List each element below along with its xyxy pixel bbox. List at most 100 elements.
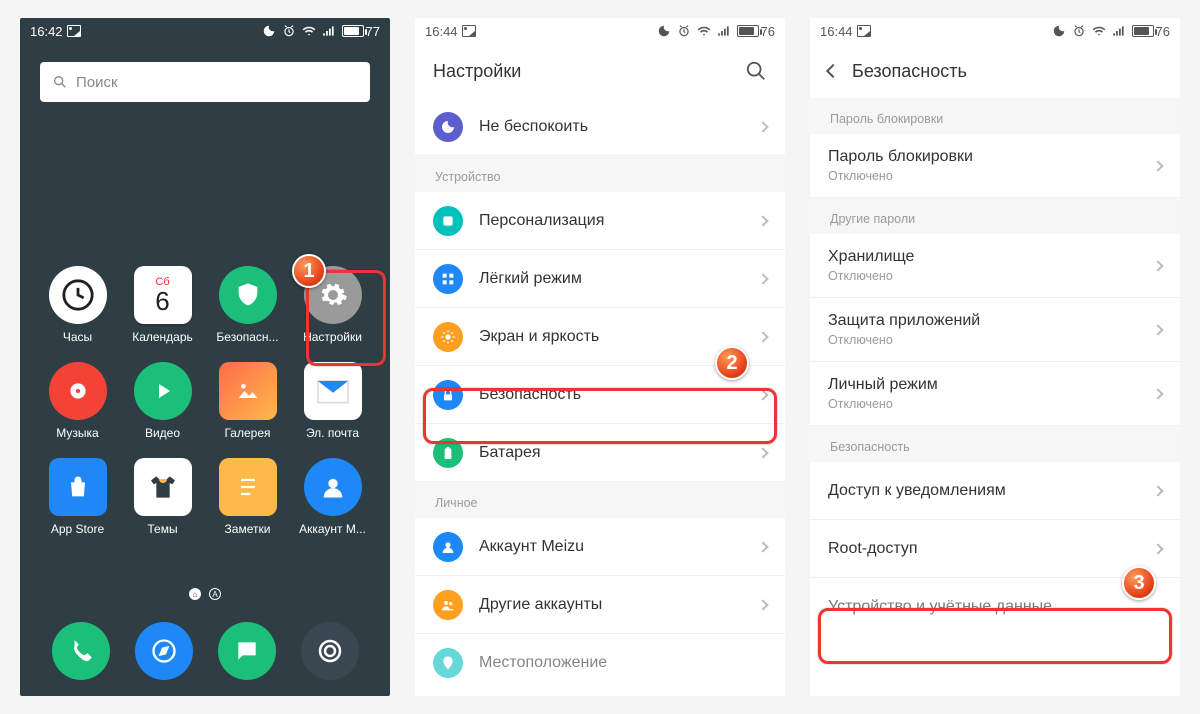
battery-indicator: 76: [737, 24, 775, 39]
alarm-icon: [282, 24, 296, 38]
people-icon: [433, 590, 463, 620]
person-icon: [304, 458, 362, 516]
chevron-right-icon: [757, 541, 768, 552]
page-title: Настройки: [433, 61, 521, 82]
camera-icon: [301, 622, 359, 680]
chevron-right-icon: [757, 331, 768, 342]
row-app-protection[interactable]: Защита приложений Отключено: [810, 298, 1180, 362]
row-root-access[interactable]: Root-доступ: [810, 520, 1180, 578]
battery-percent: 77: [366, 24, 380, 39]
row-location-cut[interactable]: Местоположение: [415, 634, 785, 692]
battery-percent: 76: [761, 24, 775, 39]
app-music[interactable]: Музыка: [38, 362, 117, 440]
personalization-icon: [433, 206, 463, 236]
row-lock-password[interactable]: Пароль блокировки Отключено: [810, 134, 1180, 198]
row-private-mode[interactable]: Личный режим Отключено: [810, 362, 1180, 426]
page-indicator[interactable]: ⌂ A: [20, 588, 390, 600]
chat-icon: [218, 622, 276, 680]
play-icon: [134, 362, 192, 420]
row-meizu-account[interactable]: Аккаунт Meizu: [415, 518, 785, 576]
person-icon: [433, 532, 463, 562]
wifi-icon: [697, 24, 711, 38]
chevron-right-icon: [1152, 160, 1163, 171]
clock-icon: [49, 266, 107, 324]
row-notification-access[interactable]: Доступ к уведомлениям: [810, 462, 1180, 520]
dnd-icon: [1052, 24, 1066, 38]
moon-icon: [433, 112, 463, 142]
app-clock[interactable]: Часы: [38, 266, 117, 344]
page-dot-2[interactable]: A: [209, 588, 221, 600]
app-security[interactable]: Безопасн...: [208, 266, 287, 344]
row-easy-mode[interactable]: Лёгкий режим: [415, 250, 785, 308]
search-icon[interactable]: [745, 60, 767, 82]
tshirt-icon: [134, 458, 192, 516]
lock-icon: [433, 380, 463, 410]
chevron-right-icon: [757, 273, 768, 284]
section-device: Устройство: [415, 156, 785, 192]
row-other-accounts[interactable]: Другие аккаунты: [415, 576, 785, 634]
bag-icon: [49, 458, 107, 516]
alarm-icon: [1072, 24, 1086, 38]
app-notes[interactable]: Заметки: [208, 458, 287, 536]
shield-icon: [219, 266, 277, 324]
dock: [20, 622, 390, 680]
row-battery[interactable]: Батарея: [415, 424, 785, 482]
chevron-right-icon: [1152, 543, 1163, 554]
dock-browser[interactable]: [125, 622, 202, 680]
signal-icon: [322, 24, 336, 38]
row-storage[interactable]: Хранилище Отключено: [810, 234, 1180, 298]
battery-icon: [433, 438, 463, 468]
section-other-passwords: Другие пароли: [810, 198, 1180, 234]
grid-icon: [433, 264, 463, 294]
phone-screen-security: 16:44 76 Безопасность Пароль блокировки …: [810, 18, 1180, 696]
wifi-icon: [1092, 24, 1106, 38]
section-personal: Личное: [415, 482, 785, 518]
app-account[interactable]: Аккаунт M...: [293, 458, 372, 536]
chevron-right-icon: [1152, 388, 1163, 399]
search-icon: [52, 74, 68, 90]
chevron-right-icon: [1152, 324, 1163, 335]
app-gallery[interactable]: Галерея: [208, 362, 287, 440]
phone-icon: [52, 622, 110, 680]
chevron-right-icon: [1152, 260, 1163, 271]
chevron-right-icon: [757, 121, 768, 132]
search-input[interactable]: Поиск: [40, 62, 370, 102]
calendar-icon: Сб 6: [134, 266, 192, 324]
statusbar: 16:42 77: [20, 18, 390, 44]
screenshot-icon: [857, 25, 871, 37]
phone-screen-home: 16:42 77 Поиск Часы Сб 6: [20, 18, 390, 696]
screenshot-icon: [462, 25, 476, 37]
app-email[interactable]: Эл. почта: [293, 362, 372, 440]
chevron-right-icon: [757, 215, 768, 226]
app-themes[interactable]: Темы: [123, 458, 202, 536]
step-badge-2: 2: [715, 346, 749, 380]
chevron-right-icon: [757, 599, 768, 610]
app-calendar[interactable]: Сб 6 Календарь: [123, 266, 202, 344]
app-appstore[interactable]: App Store: [38, 458, 117, 536]
status-time: 16:44: [820, 24, 853, 39]
step-badge-1: 1: [292, 254, 326, 288]
home-app-grid: Часы Сб 6 Календарь Безопасн... Настройк…: [20, 266, 390, 536]
row-dnd[interactable]: Не беспокоить: [415, 98, 785, 156]
location-icon: [433, 648, 463, 678]
section-security: Безопасность: [810, 426, 1180, 462]
battery-percent: 76: [1156, 24, 1170, 39]
phone-screen-settings: 16:44 76 Настройки Не беспокоить Устройс…: [415, 18, 785, 696]
signal-icon: [717, 24, 731, 38]
dock-phone[interactable]: [42, 622, 119, 680]
dock-messages[interactable]: [208, 622, 285, 680]
security-header: Безопасность: [810, 44, 1180, 98]
back-icon[interactable]: [826, 64, 840, 78]
dnd-icon: [657, 24, 671, 38]
page-dot-home[interactable]: ⌂: [189, 588, 201, 600]
gallery-icon: [219, 362, 277, 420]
dock-camera[interactable]: [291, 622, 368, 680]
statusbar: 16:44 76: [810, 18, 1180, 44]
sun-icon: [433, 322, 463, 352]
row-personalization[interactable]: Персонализация: [415, 192, 785, 250]
step-badge-3: 3: [1122, 566, 1156, 600]
chevron-right-icon: [1152, 485, 1163, 496]
compass-icon: [135, 622, 193, 680]
page-title: Безопасность: [852, 61, 967, 82]
app-video[interactable]: Видео: [123, 362, 202, 440]
